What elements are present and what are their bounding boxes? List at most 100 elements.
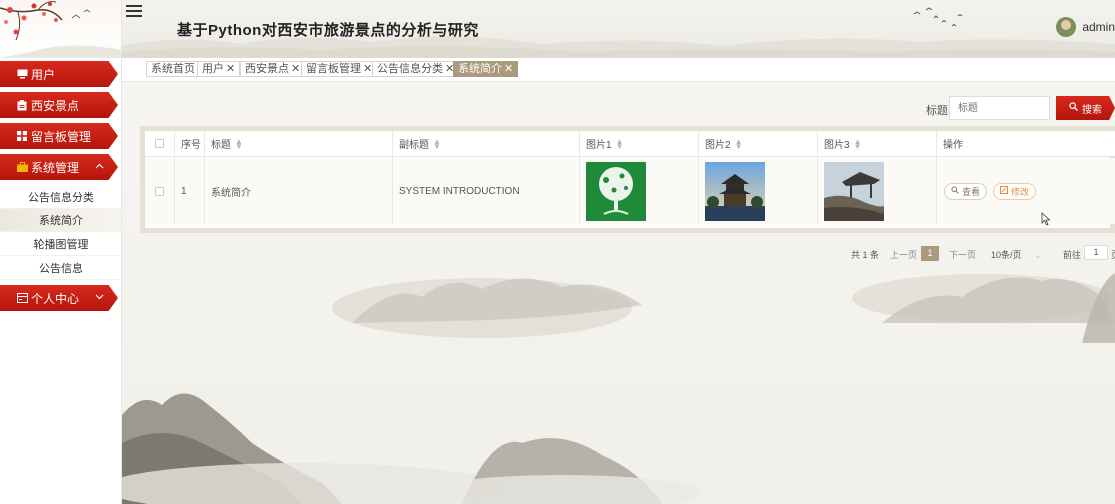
- sort-icon[interactable]: ▲ ▼: [735, 137, 743, 150]
- cell-image1: [580, 158, 699, 224]
- sidebar-item-system-management[interactable]: 系统管理: [0, 154, 118, 180]
- cell-subtitle: SYSTEM INTRODUCTION: [393, 158, 580, 224]
- page-size-label: 10条/页: [991, 250, 1022, 260]
- sidebar-subitem-carousel-management[interactable]: 轮播图管理: [0, 233, 121, 256]
- sidebar: 用户 西安景点 留言板管理 系统管理 公告信息分类 系统简介 轮播图管理 公告信…: [0, 0, 122, 504]
- column-header-actions: 操作: [937, 131, 1110, 156]
- birds-decoration: [913, 7, 963, 27]
- tag-users[interactable]: 用户 ✕: [197, 61, 241, 77]
- next-page-button[interactable]: 下一页: [949, 248, 976, 261]
- tag-system-intro[interactable]: 系统简介 ✕: [453, 61, 519, 77]
- tag-label: 留言板管理: [306, 63, 361, 75]
- column-label: 操作: [943, 140, 963, 151]
- page-title: 基于Python对西安市旅游景点的分析与研究: [177, 22, 479, 39]
- sidebar-item-xian-attractions[interactable]: 西安景点: [0, 92, 118, 118]
- tag-message-board[interactable]: 留言板管理 ✕: [301, 61, 378, 77]
- select-all-checkbox[interactable]: [155, 139, 164, 148]
- tag-announcement-category[interactable]: 公告信息分类 ✕: [372, 61, 460, 77]
- column-label: 序号: [181, 140, 201, 151]
- sidebar-item-label: 系统管理: [31, 160, 80, 175]
- tag-label: 系统简介: [458, 63, 502, 75]
- goto-page-input[interactable]: 1: [1084, 245, 1108, 260]
- table-header: 序号 标题 ▲ ▼ 副标题 ▲ ▼ 图片1 ▲ ▼ 图片2 ▲ ▼ 图片3 ▲ ▼: [145, 131, 1115, 157]
- tag-home[interactable]: 系统首页: [146, 61, 200, 77]
- column-header-title[interactable]: 标题 ▲ ▼: [205, 131, 393, 156]
- search-button[interactable]: 搜索: [1056, 96, 1115, 120]
- tag-label: 公告信息分类: [377, 63, 443, 75]
- column-header-image1[interactable]: 图片1 ▲ ▼: [580, 131, 699, 156]
- page-size-select[interactable]: 10条/页 ⌄: [991, 248, 1042, 261]
- cell-image3: [818, 158, 937, 224]
- column-header-image2[interactable]: 图片2 ▲ ▼: [699, 131, 818, 156]
- thumbnail-pagoda-image[interactable]: [705, 161, 765, 221]
- sidebar-item-label: 用户: [31, 67, 56, 82]
- prev-page-button[interactable]: 上一页: [890, 248, 917, 261]
- chevron-down-icon: ⌄: [1034, 250, 1042, 260]
- close-icon[interactable]: ✕: [226, 63, 235, 75]
- row-checkbox[interactable]: [155, 186, 164, 196]
- briefcase-icon: [16, 161, 28, 173]
- edit-button[interactable]: 修改: [993, 182, 1037, 200]
- column-label: 图片3: [824, 140, 850, 151]
- close-icon[interactable]: ✕: [363, 63, 372, 75]
- pagination-total: 共 1 条: [851, 250, 880, 260]
- data-table: 序号 标题 ▲ ▼ 副标题 ▲ ▼ 图片1 ▲ ▼ 图片2 ▲ ▼ 图片3 ▲ ▼: [140, 126, 1115, 233]
- row-select-cell: [145, 158, 175, 224]
- column-header-subtitle[interactable]: 副标题 ▲ ▼: [393, 131, 580, 156]
- sort-icon[interactable]: ▲ ▼: [235, 137, 243, 150]
- sidebar-decoration: [0, 0, 121, 58]
- column-header-image3[interactable]: 图片3 ▲ ▼: [818, 131, 937, 156]
- close-icon[interactable]: ✕: [291, 63, 300, 75]
- chevron-down-icon: [95, 292, 104, 303]
- monitor-icon: [16, 68, 28, 80]
- clipboard-icon: [16, 99, 28, 111]
- sidebar-item-personal-center[interactable]: 个人中心: [0, 285, 118, 311]
- sidebar-subitem-system-intro[interactable]: 系统简介: [0, 209, 121, 232]
- menu-toggle-icon[interactable]: [126, 5, 142, 19]
- select-all-cell: [145, 131, 175, 156]
- sidebar-item-users[interactable]: 用户: [0, 61, 118, 87]
- chevron-up-icon: [95, 161, 104, 172]
- view-button[interactable]: 查看: [944, 182, 988, 200]
- main-content: 标题 搜索 序号 标题 ▲▼ 副标题 ▲▼ 图片1 ▲▼: [122, 83, 1115, 504]
- page-number-1[interactable]: 1: [921, 246, 939, 261]
- grid-icon: [16, 130, 28, 142]
- goto-suffix: 页: [1111, 248, 1115, 261]
- search-button-label: 搜索: [1082, 104, 1102, 116]
- sidebar-item-label: 留言板管理: [31, 129, 92, 144]
- search-icon: [1069, 102, 1078, 114]
- top-header: 基于Python对西安市旅游景点的分析与研究 admin: [122, 0, 1115, 58]
- search-icon: [951, 186, 959, 196]
- sort-icon[interactable]: ▲ ▼: [433, 137, 441, 150]
- user-menu[interactable]: admin: [1056, 17, 1115, 37]
- thumbnail-pavilion-image[interactable]: [824, 161, 884, 221]
- cell-title: 系统简介: [205, 158, 393, 224]
- avatar: [1056, 17, 1077, 37]
- view-button-label: 查看: [962, 186, 981, 197]
- plum-blossom-decoration: [0, 1, 121, 58]
- sidebar-item-label: 西安景点: [31, 98, 80, 113]
- tag-label: 西安景点: [245, 63, 289, 75]
- username: admin: [1082, 20, 1115, 34]
- goto-label: 前往: [1063, 250, 1082, 260]
- column-label: 图片2: [705, 140, 731, 151]
- sidebar-item-message-board[interactable]: 留言板管理: [0, 123, 118, 149]
- sort-icon[interactable]: ▲ ▼: [854, 137, 862, 150]
- search-input[interactable]: [949, 96, 1050, 120]
- tag-xian-attractions[interactable]: 西安景点 ✕: [240, 61, 306, 77]
- column-label: 图片1: [586, 140, 612, 151]
- column-label: 副标题: [399, 140, 429, 151]
- sidebar-subitem-announcements[interactable]: 公告信息: [0, 257, 121, 280]
- thumbnail-tree-image[interactable]: [586, 161, 646, 221]
- sidebar-subitem-announcement-category[interactable]: 公告信息分类: [0, 186, 121, 209]
- cell-image2: [699, 158, 818, 224]
- edit-icon: [1000, 186, 1009, 196]
- tag-label: 用户: [202, 63, 224, 75]
- sort-icon[interactable]: ▲ ▼: [616, 137, 624, 150]
- tags-bar: 系统首页 用户 ✕ 西安景点 ✕ 留言板管理 ✕ 公告信息分类 ✕ 系统简介 ✕: [122, 58, 1115, 82]
- table-row: 1 系统简介 SYSTEM INTRODUCTION 查看 修改: [145, 158, 1115, 224]
- sidebar-item-label: 个人中心: [31, 291, 80, 306]
- card-icon: [16, 292, 28, 304]
- cell-actions: 查看 修改: [937, 158, 1110, 224]
- close-icon[interactable]: ✕: [504, 63, 513, 75]
